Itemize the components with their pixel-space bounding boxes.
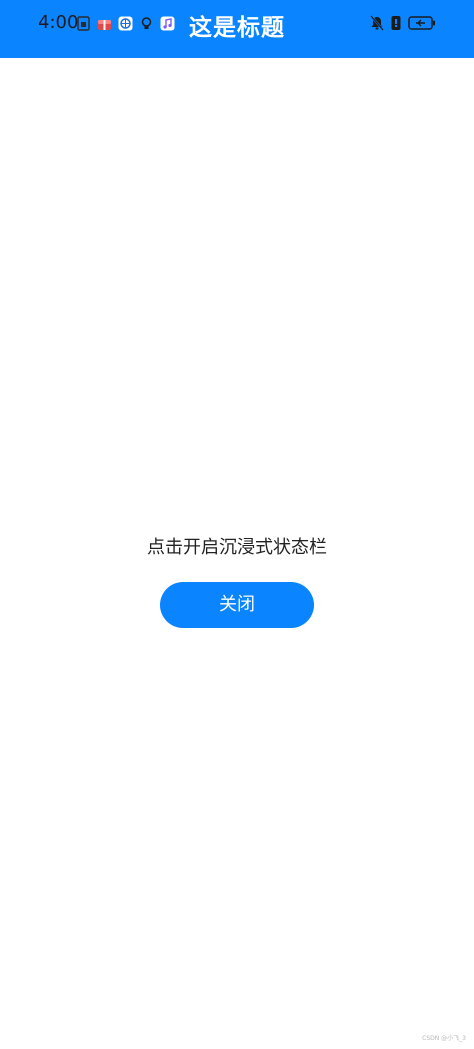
title-bar: 4:00 这是标题	[0, 0, 474, 58]
vibrate-icon	[390, 15, 402, 31]
close-button[interactable]: 关闭	[160, 582, 314, 628]
system-status-icons	[370, 14, 436, 32]
battery-charging-icon	[408, 15, 436, 31]
bell-off-icon	[370, 15, 384, 31]
app-screen: 4:00 这是标题 点击开启沉浸式状态栏 关闭 CSDN @小飞_3	[0, 0, 474, 1049]
immersive-status-label: 点击开启沉浸式状态栏	[147, 537, 327, 558]
watermark: CSDN @小飞_3	[422, 1035, 466, 1042]
